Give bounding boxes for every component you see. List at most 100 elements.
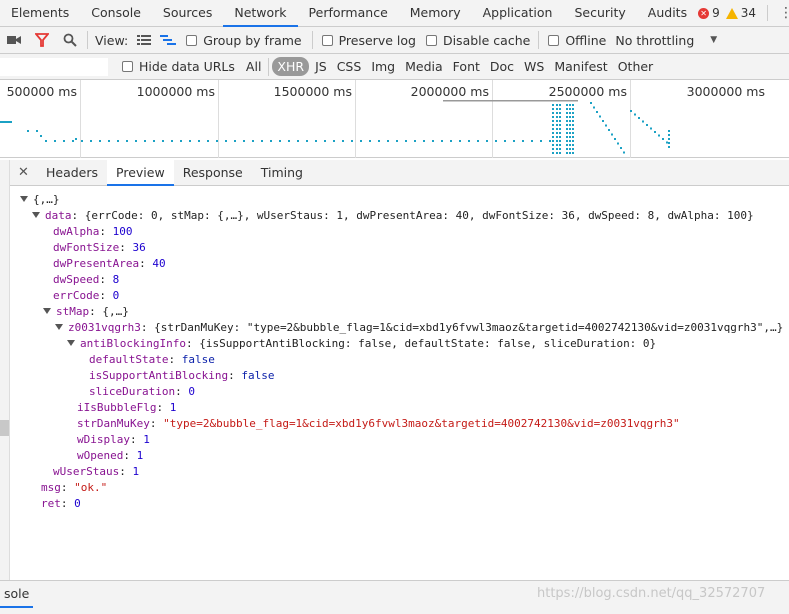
disable-cache-checkbox[interactable] <box>425 34 437 46</box>
request-bar <box>566 128 568 130</box>
hide-data-urls-option[interactable]: Hide data URLs <box>116 59 235 74</box>
offline-checkbox[interactable] <box>548 34 560 46</box>
tree-leaf: errCode: 0 <box>53 289 120 302</box>
tab-headers[interactable]: Headers <box>37 160 107 185</box>
preserve-log-checkbox[interactable] <box>321 34 333 46</box>
console-drawer: sole https://blog.csdn.net/qq_32572707 <box>0 580 789 614</box>
tab-response[interactable]: Response <box>174 160 252 185</box>
request-bar <box>650 127 652 130</box>
tree-leaf: sliceDuration: 0 <box>89 385 195 398</box>
offline-option[interactable]: Offline <box>542 33 606 48</box>
request-bar <box>72 140 74 142</box>
tab-audits[interactable]: Audits <box>637 0 698 26</box>
request-bar <box>333 140 335 142</box>
request-bar <box>54 140 56 142</box>
request-bar <box>552 112 554 114</box>
overview-toggle-button[interactable] <box>156 27 180 53</box>
tab-memory[interactable]: Memory <box>399 0 472 26</box>
disable-cache-option[interactable]: Disable cache <box>420 33 530 48</box>
request-bar <box>559 128 561 130</box>
request-bar <box>666 141 668 144</box>
tab-timing[interactable]: Timing <box>252 160 312 185</box>
group-by-frame-option[interactable]: Group by frame <box>180 33 302 48</box>
divider <box>87 31 88 49</box>
tree-root[interactable]: {,…} <box>20 192 60 208</box>
waterfall-icon <box>160 35 177 45</box>
request-bar <box>559 152 561 154</box>
tree-node-vid[interactable]: z0031vqgrh3: {strDanMuKey: "type=2&bubbl… <box>55 320 783 336</box>
large-rows-button[interactable] <box>132 27 156 53</box>
filter-type-media[interactable]: Media <box>401 58 447 75</box>
request-bar <box>40 135 42 137</box>
request-bar <box>552 144 554 146</box>
request-bar <box>552 128 554 130</box>
request-bar <box>552 120 554 122</box>
filter-type-xhr[interactable]: XHR <box>272 57 310 76</box>
request-bar <box>646 124 648 126</box>
group-by-frame-checkbox[interactable] <box>186 34 198 46</box>
request-bar <box>556 144 558 146</box>
request-bar <box>396 140 398 142</box>
tab-performance[interactable]: Performance <box>298 0 399 26</box>
request-bar <box>198 140 200 142</box>
hide-data-urls-label: Hide data URLs <box>139 59 235 74</box>
filter-type-ws[interactable]: WS <box>520 58 548 75</box>
close-detail-icon[interactable]: ✕ <box>10 160 37 185</box>
request-bar <box>360 140 362 142</box>
request-bar <box>552 124 554 126</box>
filter-type-js[interactable]: JS <box>311 58 331 75</box>
tab-elements[interactable]: Elements <box>0 0 80 26</box>
network-overview-timeline[interactable]: 500000 ms 1000000 ms 1500000 ms 2000000 … <box>0 80 789 158</box>
error-icon: ✕ <box>698 7 710 19</box>
tab-application[interactable]: Application <box>472 0 564 26</box>
preserve-log-option[interactable]: Preserve log <box>316 33 416 48</box>
error-count-badge[interactable]: ✕ 9 <box>698 6 720 20</box>
request-bar <box>593 106 595 109</box>
warning-count-badge[interactable]: 34 <box>725 6 756 20</box>
request-bar <box>556 120 558 122</box>
tab-console[interactable]: Console <box>80 0 152 26</box>
request-bar <box>572 112 574 114</box>
tree-node-stmap[interactable]: stMap: {,…} <box>43 304 129 320</box>
filter-button[interactable] <box>28 27 56 53</box>
filter-type-manifest[interactable]: Manifest <box>550 58 611 75</box>
request-bar <box>261 140 263 142</box>
request-bar <box>590 102 592 104</box>
request-bar <box>658 134 660 137</box>
request-bar <box>566 116 568 118</box>
request-bar <box>0 121 12 123</box>
request-bar <box>414 140 416 142</box>
tab-security[interactable]: Security <box>563 0 636 26</box>
throttling-select[interactable]: No throttling ▼ <box>615 33 717 48</box>
scrollbar-thumb[interactable] <box>0 420 9 436</box>
request-bar <box>566 152 568 154</box>
filter-type-all[interactable]: All <box>242 58 266 75</box>
request-bar <box>569 132 571 134</box>
filter-type-doc[interactable]: Doc <box>486 58 518 75</box>
filter-type-css[interactable]: CSS <box>333 58 366 75</box>
tab-preview[interactable]: Preview <box>107 160 174 186</box>
tab-network[interactable]: Network <box>223 0 298 27</box>
tab-console-drawer[interactable]: sole <box>0 584 34 608</box>
request-bar <box>569 120 571 122</box>
request-bar <box>572 132 574 134</box>
filter-type-font[interactable]: Font <box>449 58 484 75</box>
record-button[interactable] <box>0 27 28 53</box>
tree-node-data[interactable]: data: {errCode: 0, stMap: {,…}, wUserSta… <box>32 208 754 224</box>
request-bar <box>556 136 558 138</box>
tree-node-antiblocking[interactable]: antiBlockingInfo: {isSupportAntiBlocking… <box>67 336 656 352</box>
search-button[interactable] <box>56 27 84 53</box>
tree-leaf: iIsBubbleFlg: 1 <box>77 401 177 414</box>
request-bar <box>572 120 574 122</box>
request-bar <box>559 116 561 118</box>
hide-data-urls-checkbox[interactable] <box>122 61 133 72</box>
tree-leaf: wUserStaus: 1 <box>53 465 140 478</box>
request-bar <box>556 104 558 106</box>
tree-leaf: wOpened: 1 <box>77 449 144 462</box>
filter-type-other[interactable]: Other <box>614 58 658 75</box>
tab-sources[interactable]: Sources <box>152 0 223 26</box>
request-bar <box>569 112 571 114</box>
more-options-icon[interactable]: ⋮ <box>779 6 789 20</box>
filter-input[interactable] <box>0 57 108 76</box>
filter-type-img[interactable]: Img <box>367 58 399 75</box>
